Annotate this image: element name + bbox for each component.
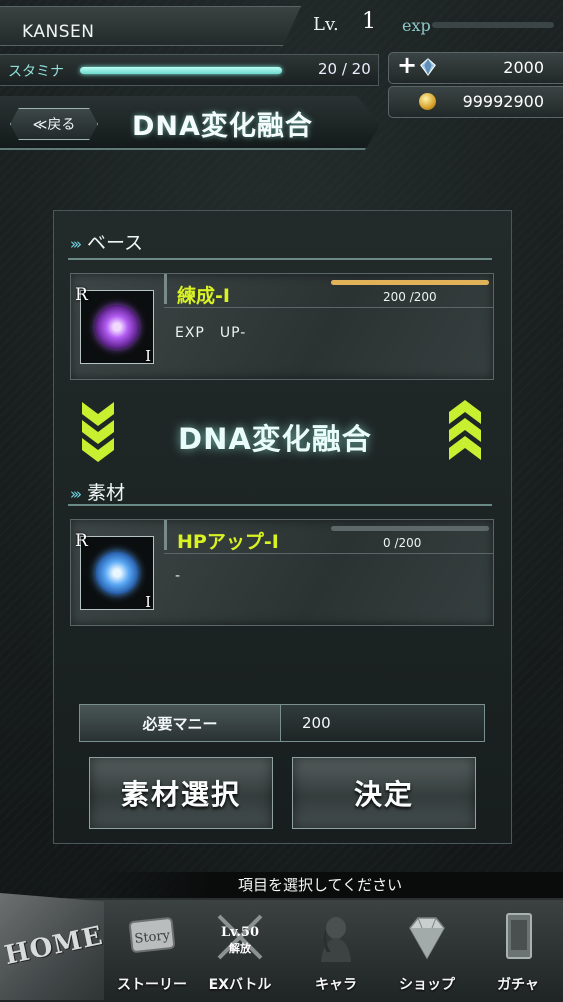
level-value: 1 [362, 9, 376, 34]
nav-item-character-label: キャラ [315, 977, 357, 993]
stamina-bar-fill [80, 67, 282, 74]
stamina-label: スタミナ [8, 64, 64, 80]
nav-item-ex-battle[interactable]: Lv.50 解放 EXバトル [195, 902, 285, 1000]
material-card[interactable]: R I HPアップ-I 0 /200 - [70, 519, 494, 626]
grade-label: I [145, 347, 151, 365]
nav-item-story-label: ストーリー [117, 977, 187, 993]
rarity-label: R [75, 531, 88, 551]
material-section-header: ››› 素材 [70, 478, 125, 505]
player-name: KANSEN [22, 22, 95, 42]
base-card-progress: 200 /200 [383, 290, 437, 304]
required-money-bar: 必要マニー 200 [79, 704, 485, 742]
purple-dna-orb-icon [95, 305, 139, 349]
base-card-description: EXP UP- [175, 325, 247, 341]
player-name-plate: KANSEN [0, 6, 301, 46]
gem-counter[interactable]: + 2000 [388, 51, 563, 84]
base-card-name: 練成-I [177, 285, 230, 307]
base-section-header: ››› ベース [70, 228, 143, 255]
select-material-button-label: 素材選択 [120, 778, 241, 811]
blue-dna-orb-icon [95, 551, 139, 595]
base-card-progress-fill [331, 280, 489, 285]
required-money-value: 200 [302, 714, 331, 732]
add-gems-icon[interactable]: + [397, 51, 417, 79]
base-card[interactable]: R I 練成-I 200 /200 EXP UP- [70, 273, 494, 380]
section-chevron-icon: ››› [70, 235, 82, 253]
gacha-card-icon [506, 913, 532, 959]
character-icon [321, 917, 351, 962]
coin-count: 99992900 [462, 92, 544, 111]
coin-counter: 99992900 [388, 86, 563, 118]
gem-icon [420, 58, 436, 76]
diamond-icon [409, 917, 445, 960]
back-button-label: ≪戻る [32, 117, 76, 133]
stamina-row: スタミナ 20 / 20 [0, 54, 379, 86]
stamina-bar [80, 67, 282, 74]
stamina-value: 20 / 20 [318, 60, 371, 78]
home-button[interactable]: HOME [0, 893, 104, 1000]
story-icon: Story [128, 917, 176, 953]
material-section-label: 素材 [87, 482, 126, 504]
nav-item-story[interactable]: Story ストーリー [107, 902, 197, 1000]
down-chevrons-icon [82, 402, 114, 462]
section-chevron-icon: ››› [70, 485, 82, 503]
nav-item-shop-label: ショップ [399, 977, 455, 993]
fusion-title: DNA変化融合 [178, 422, 372, 456]
back-button[interactable]: ≪戻る [10, 108, 98, 140]
home-button-label: HOME [1, 920, 106, 972]
nav-item-character[interactable]: キャラ [291, 902, 381, 1000]
divider [68, 258, 492, 260]
divider [164, 274, 167, 304]
divider [164, 520, 167, 550]
level-label: Lv. [313, 14, 339, 35]
select-material-button[interactable]: 素材選択 [89, 757, 273, 829]
exp-bar [432, 22, 554, 28]
divider [68, 504, 492, 506]
nav-item-shop[interactable]: ショップ [382, 902, 472, 1000]
coin-icon [419, 93, 436, 110]
confirm-button[interactable]: 決定 [292, 757, 476, 829]
grade-label: I [145, 593, 151, 611]
nav-item-gacha-label: ガチャ [497, 977, 539, 993]
hint-text: 項目を選択してください [238, 876, 403, 894]
required-money-label: 必要マニー [142, 714, 218, 733]
ex-battle-unlock-text: 解放 [229, 941, 252, 955]
material-card-thumbnail: R I [75, 531, 154, 611]
nav-item-gacha[interactable]: ガチャ [473, 902, 563, 1000]
crossed-swords-icon: Lv.50 解放 [217, 914, 263, 960]
material-card-name: HPアップ-I [177, 531, 279, 553]
material-card-progress: 0 /200 [383, 536, 422, 550]
nav-item-ex-battle-label: EXバトル [208, 977, 272, 993]
base-section-label: ベース [87, 232, 144, 254]
page-title: DNA変化融合 [132, 111, 313, 142]
base-card-thumbnail: R I [75, 285, 154, 365]
required-money-label-box: 必要マニー [80, 705, 281, 741]
gem-count: 2000 [503, 58, 544, 77]
base-card-progress-bar [331, 280, 489, 285]
rarity-label: R [75, 285, 88, 305]
ex-battle-level-text: Lv.50 [221, 925, 259, 940]
up-chevrons-icon [449, 400, 481, 460]
material-card-description: - [175, 568, 182, 584]
confirm-button-label: 決定 [353, 778, 414, 811]
exp-label: exp [402, 16, 431, 35]
material-card-progress-bar [331, 526, 489, 531]
